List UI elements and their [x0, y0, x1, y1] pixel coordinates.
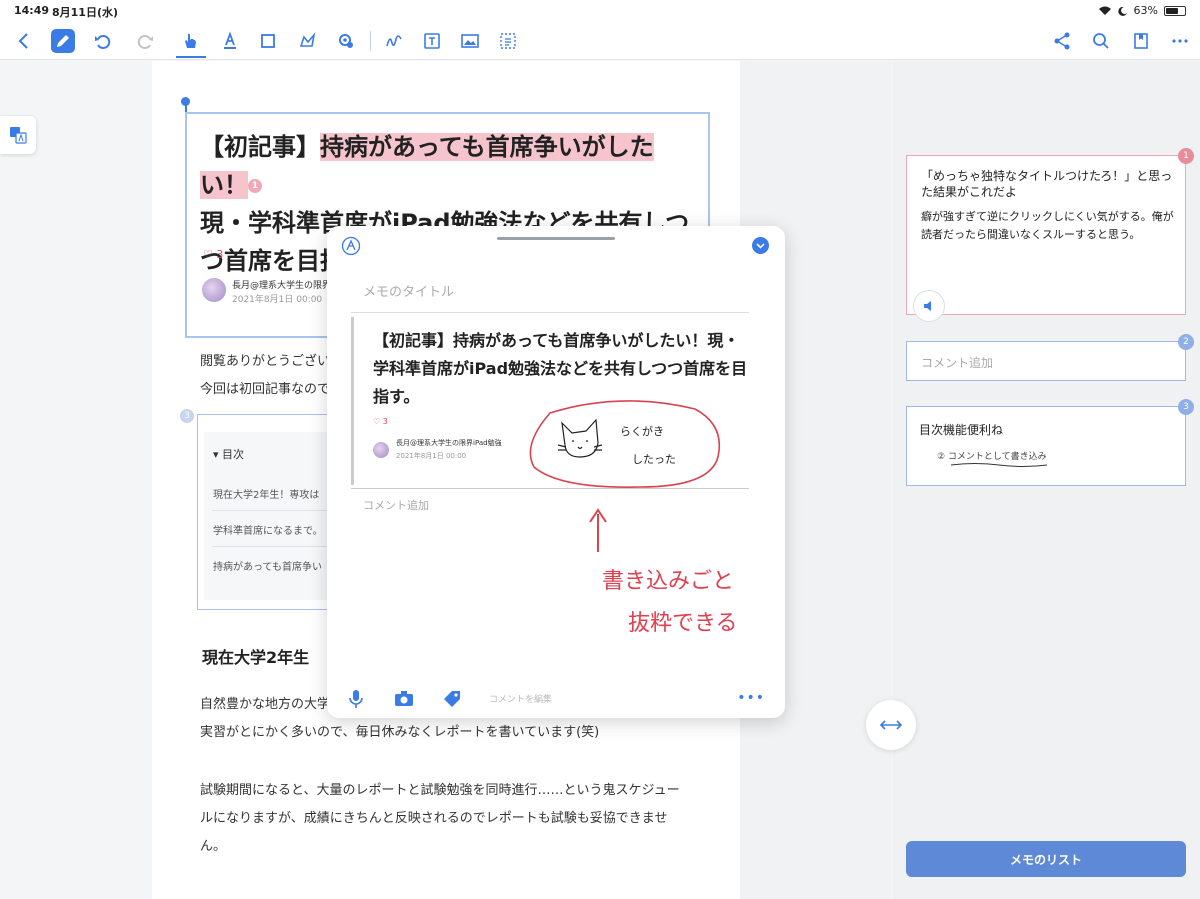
translate-icon — [10, 127, 27, 144]
comment-input[interactable]: コメント追加 — [363, 497, 429, 513]
memo-card-body: 癖が強すぎて逆にクリックしにくい気がする。俺が読者だったら間違いなくスルーすると… — [921, 210, 1174, 241]
title-underline — [351, 312, 749, 313]
author-name[interactable]: 長月@理系大学生の限界 — [232, 278, 331, 291]
excerpt-title: 【初記事】持病があっても首席争いがしたい！現・学科準首席がiPad勉強法などを共… — [373, 331, 748, 406]
article-paragraph: ルになりますが、成績にきちんと反映されるのでレポートも試験も妥協できませ — [200, 811, 668, 826]
battery-percent: 63% — [1133, 4, 1158, 17]
memo-card-1[interactable]: 「めっちゃ独特なタイトルつけたろ！」と思った結果がこれだよ 癖が強すぎて逆にクリ… — [906, 155, 1186, 322]
active-tool-indicator — [176, 56, 206, 58]
microphone-icon[interactable] — [345, 688, 367, 710]
status-right: 63% — [1098, 4, 1186, 17]
lasso-icon[interactable] — [296, 29, 320, 53]
article-paragraph: 自然豊かな地方の大学 — [200, 697, 331, 712]
article-line-1: 閲覧ありがとうござい — [200, 354, 331, 369]
bookmark-icon[interactable] — [1129, 29, 1153, 53]
article-date: 2021年8月1日 00:00 — [232, 295, 323, 305]
status-date: 8月11日(水) — [52, 6, 119, 19]
toc-item[interactable]: 学科準首席になるまで。 — [213, 522, 323, 537]
resize-arrows-icon — [879, 720, 903, 730]
status-time: 14:49 — [14, 4, 50, 17]
excerpt-bar — [351, 317, 354, 485]
search-icon[interactable] — [1089, 29, 1113, 53]
article-paragraph: 実習がとにかく多いので、毎日休みなくレポートを書いています(笑) — [200, 725, 600, 740]
speaker-icon — [924, 301, 931, 311]
author-avatar[interactable] — [202, 278, 226, 302]
handwritten-note: ② コメントとして書き込み — [937, 452, 1047, 462]
caret-down-icon: ▾ — [213, 448, 219, 461]
memo-popup: メモのタイトル 【初記事】持病があっても首席争いがしたい！現・学科準首席がiPa… — [327, 226, 785, 718]
translate-button[interactable] — [0, 116, 36, 154]
excerpt-avatar — [373, 442, 389, 458]
highlight-badge[interactable]: 1 — [248, 179, 262, 193]
memo-badge-2: 2 — [1178, 334, 1194, 350]
moon-icon — [1117, 6, 1127, 16]
memo-footer: コメントを編集 ••• — [327, 684, 785, 714]
settings-gear-icon[interactable] — [334, 29, 358, 53]
image-icon[interactable] — [458, 29, 482, 53]
toc-comment-badge[interactable]: 3 — [180, 409, 194, 423]
toc-heading[interactable]: ▾ 目次 — [213, 446, 244, 462]
memo-badge-1: 1 — [1178, 148, 1194, 164]
selection-handle[interactable] — [181, 97, 190, 106]
camera-icon[interactable] — [393, 688, 415, 710]
article-line-2: 今回は初回記事なので — [200, 382, 331, 397]
more-icon[interactable] — [1168, 29, 1192, 53]
toc-item[interactable]: 現在大学2年生！専攻は — [213, 486, 319, 501]
article-paragraph: ん。 — [200, 839, 227, 854]
toc-divider — [212, 510, 332, 511]
redo-icon[interactable] — [134, 29, 158, 53]
memo-list-button[interactable]: メモのリスト — [906, 841, 1186, 877]
memo-more-icon[interactable]: ••• — [737, 690, 765, 706]
memo-card-2[interactable]: コメント追加 — [906, 341, 1186, 381]
scribble-icon[interactable] — [382, 29, 406, 53]
status-bar: 14:49 8月11日(水) 63% — [0, 0, 1200, 22]
pen-icon[interactable] — [51, 29, 75, 53]
excerpt-author: 長月@理系大学生の限界iPad勉強 — [396, 439, 502, 447]
rectangle-icon[interactable] — [256, 29, 280, 53]
toc-item[interactable]: 持病があっても首席争い — [213, 558, 322, 573]
handwriting-underline — [951, 463, 1047, 467]
hand-icon[interactable] — [178, 29, 202, 53]
memo-card-title: 「めっちゃ独特なタイトルつけたろ！」と思った結果がこれだよ — [921, 169, 1173, 199]
edit-comment-label[interactable]: コメントを編集 — [489, 692, 552, 705]
collapse-icon[interactable] — [752, 237, 769, 254]
memo-card-3[interactable]: 目次機能便利ね ② コメントとして書き込み — [906, 406, 1186, 486]
like-count[interactable]: ♡ 3 — [203, 248, 223, 261]
memo-card-title: 目次機能便利ね — [919, 423, 1004, 437]
tag-icon[interactable] — [441, 688, 463, 710]
split-resize-handle[interactable] — [866, 700, 916, 750]
drag-handle[interactable] — [497, 237, 615, 240]
article-title-prefix: 【初記事】 — [200, 133, 320, 161]
pen-mode-icon[interactable] — [341, 236, 361, 256]
undo-icon[interactable] — [90, 29, 114, 53]
battery-icon — [1164, 5, 1186, 16]
back-icon[interactable] — [12, 29, 36, 53]
memo-comment-input[interactable]: コメント追加 — [921, 354, 993, 371]
toolbar-separator — [370, 31, 371, 51]
excerpt-date: 2021年8月1日 00:00 — [396, 452, 467, 460]
excerpt-likes: ♡ 3 — [373, 417, 388, 426]
text-box-icon[interactable] — [420, 29, 444, 53]
section-heading: 現在大学2年生 — [202, 648, 310, 667]
article-paragraph: 試験期間になると、大量のレポートと試験勉強を同時進行……という鬼スケジュー — [200, 783, 680, 798]
highlighter-icon[interactable] — [218, 29, 242, 53]
heart-icon: ♡ — [203, 248, 213, 261]
wifi-icon — [1098, 6, 1111, 15]
excerpt-bottom-line — [351, 488, 749, 489]
memo-badge-3: 3 — [1178, 399, 1194, 415]
toolbar — [0, 22, 1200, 60]
toc-divider — [212, 546, 332, 547]
speaker-button[interactable] — [913, 290, 945, 322]
memo-title-input[interactable]: メモのタイトル — [363, 281, 454, 300]
clipped-excerpt: 【初記事】持病があっても首席争いがしたい！現・学科準首席がiPad勉強法などを共… — [351, 317, 749, 489]
select-region-icon[interactable] — [496, 29, 520, 53]
share-icon[interactable] — [1050, 29, 1074, 53]
